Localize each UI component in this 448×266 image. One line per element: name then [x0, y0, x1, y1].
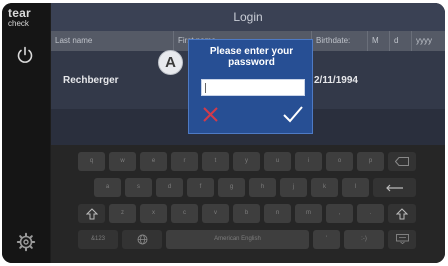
- app-logo: tear check: [8, 6, 31, 28]
- key-b[interactable]: b: [233, 204, 260, 223]
- key-l[interactable]: l: [342, 178, 369, 197]
- key-v[interactable]: v: [202, 204, 229, 223]
- key-i[interactable]: i: [295, 152, 322, 171]
- key-q[interactable]: q: [78, 152, 105, 171]
- backspace-icon: [394, 157, 409, 166]
- numbers-key[interactable]: &123: [78, 230, 118, 249]
- enter-key[interactable]: [373, 178, 416, 197]
- key-o[interactable]: o: [326, 152, 353, 171]
- space-key[interactable]: American English: [166, 230, 309, 249]
- key-f[interactable]: f: [187, 178, 214, 197]
- key-e[interactable]: e: [140, 152, 167, 171]
- key-z[interactable]: z: [109, 204, 136, 223]
- key-r[interactable]: r: [171, 152, 198, 171]
- row-last-name: Rechberger: [63, 75, 119, 86]
- dialog-title-line2: password: [228, 57, 275, 68]
- sidebar: tear check: [2, 3, 50, 263]
- key-a[interactable]: a: [94, 178, 121, 197]
- row-birthdate: 2/11/1994: [314, 75, 358, 86]
- shift-icon: [395, 208, 409, 220]
- globe-icon: [137, 234, 147, 245]
- key-u[interactable]: u: [264, 152, 291, 171]
- col-birthdate: Birthdate:: [311, 31, 367, 51]
- shift-icon: [85, 208, 98, 220]
- enter-icon: [385, 184, 403, 192]
- key-w[interactable]: w: [109, 152, 136, 171]
- hide-keyboard-key[interactable]: [388, 230, 416, 249]
- close-icon[interactable]: [199, 103, 222, 126]
- dialog-title-line1: Please enter your: [209, 46, 294, 57]
- key-m[interactable]: m: [295, 204, 322, 223]
- smiley-key[interactable]: :-): [344, 230, 384, 249]
- logo-line1: tear: [8, 6, 31, 20]
- key-s[interactable]: s: [125, 178, 152, 197]
- key-n[interactable]: n: [264, 204, 291, 223]
- annotation-marker: A: [158, 50, 183, 75]
- password-input[interactable]: [201, 79, 305, 96]
- power-icon[interactable]: [15, 45, 35, 65]
- key-j[interactable]: j: [280, 178, 307, 197]
- gear-icon[interactable]: [16, 232, 36, 252]
- col-last-name[interactable]: Last name: [51, 31, 173, 51]
- shift-key-left[interactable]: [78, 204, 105, 223]
- password-dialog: Please enter your password: [188, 39, 313, 134]
- backspace-key[interactable]: [388, 152, 416, 171]
- key-c[interactable]: c: [171, 204, 198, 223]
- key-t[interactable]: t: [202, 152, 229, 171]
- col-month[interactable]: M: [367, 31, 389, 51]
- key-g[interactable]: g: [218, 178, 245, 197]
- keyboard-hide-icon: [395, 234, 409, 245]
- key-comma[interactable]: ,: [326, 204, 353, 223]
- key-p[interactable]: p: [357, 152, 384, 171]
- key-d[interactable]: d: [156, 178, 183, 197]
- apostrophe-key[interactable]: ': [313, 230, 340, 249]
- col-day[interactable]: d: [389, 31, 411, 51]
- shift-key-right[interactable]: [388, 204, 416, 223]
- key-k[interactable]: k: [311, 178, 338, 197]
- on-screen-keyboard: q w e r t y u i o p a s d f g h j k l z x c v b n m,. &123 American…: [51, 145, 445, 263]
- logo-line2: check: [8, 19, 29, 28]
- key-x[interactable]: x: [140, 204, 167, 223]
- globe-key[interactable]: [122, 230, 162, 249]
- checkmark-icon[interactable]: [281, 103, 304, 126]
- key-y[interactable]: y: [233, 152, 260, 171]
- page-title: Login: [51, 3, 445, 31]
- text-caret: [205, 83, 206, 93]
- dialog-title: Please enter your password: [189, 46, 314, 68]
- key-h[interactable]: h: [249, 178, 276, 197]
- col-year[interactable]: yyyy: [411, 31, 445, 51]
- key-period[interactable]: .: [357, 204, 384, 223]
